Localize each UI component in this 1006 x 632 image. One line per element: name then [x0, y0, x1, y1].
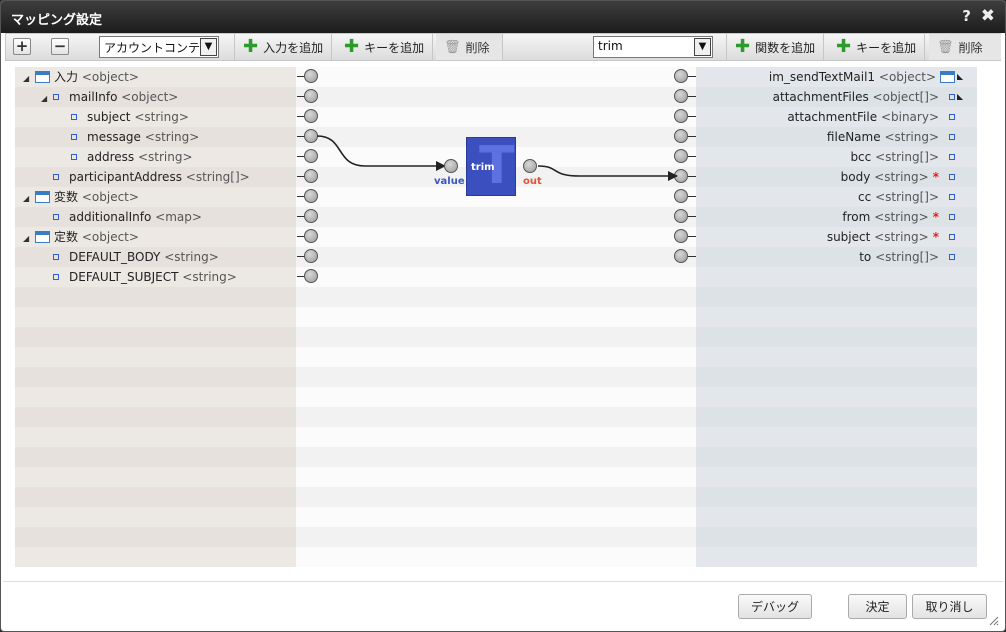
add-key-left-label: キーを追加 — [364, 40, 425, 55]
add-key-right-label: キーを追加 — [856, 40, 917, 55]
cancel-button[interactable]: 取り消し — [912, 594, 987, 619]
left-source-select[interactable]: アカウントコンテ ▼ — [99, 36, 219, 58]
delete-left-button[interactable]: 🗑 削除 — [436, 34, 503, 60]
function-name: trim — [471, 162, 495, 173]
add-function-label: 関数を追加 — [755, 40, 816, 55]
close-icon[interactable]: ✖ — [981, 6, 995, 26]
expand-all-button[interactable]: + — [13, 38, 31, 55]
function-select[interactable]: trim ▼ — [593, 36, 713, 58]
add-key-left-button[interactable]: ✚ キーを追加 — [336, 34, 434, 60]
function-input-label: value — [434, 176, 465, 187]
trash-icon: 🗑 — [937, 39, 954, 55]
chevron-down-icon: ▼ — [694, 38, 711, 56]
delete-right-label: 削除 — [958, 40, 983, 55]
add-input-label: 入力を追加 — [263, 40, 324, 55]
function-input-port[interactable] — [444, 159, 458, 173]
trash-icon: 🗑 — [444, 39, 461, 55]
add-function-button[interactable]: ✚ 関数を追加 — [726, 34, 825, 60]
toolbar: + − アカウントコンテ ▼ ✚ 入力を追加 ✚ キーを追加 🗑 削除 trim… — [5, 33, 1001, 61]
plus-icon: ✚ — [836, 36, 852, 57]
chevron-down-icon: ▼ — [200, 38, 217, 56]
mapping-dialog: マッピング設定 ? ✖ + − アカウントコンテ ▼ ✚ 入力を追加 ✚ キーを… — [0, 0, 1006, 632]
plus-icon: ✚ — [735, 36, 751, 57]
link-message-to-trim[interactable] — [316, 135, 446, 171]
add-input-button[interactable]: ✚ 入力を追加 — [234, 34, 333, 60]
function-select-value: trim — [598, 39, 623, 53]
function-output-label: out — [523, 176, 542, 187]
resize-grip-icon[interactable] — [987, 614, 999, 626]
plus-icon: ✚ — [243, 36, 259, 57]
debug-button[interactable]: デバッグ — [738, 594, 812, 619]
delete-right-button[interactable]: 🗑 削除 — [929, 34, 1001, 60]
left-source-select-value: アカウントコンテ — [104, 41, 201, 55]
ok-button[interactable]: 決定 — [848, 594, 907, 619]
title-bar: マッピング設定 ? ✖ — [1, 1, 1005, 33]
footer: デバッグ 決定 取り消し — [3, 581, 1003, 629]
delete-left-label: 削除 — [465, 40, 490, 55]
help-icon[interactable]: ? — [962, 7, 971, 25]
trim-function-node[interactable]: T trim — [466, 136, 516, 196]
link-trim-to-body[interactable] — [537, 165, 678, 181]
plus-icon: ✚ — [344, 36, 360, 57]
dialog-title: マッピング設定 — [11, 13, 103, 28]
mapping-canvas: ◢ 入力 <object> ◢ mailInfo <object> subject <s… — [15, 67, 977, 567]
collapse-all-button[interactable]: − — [51, 38, 69, 55]
function-output-port[interactable] — [523, 159, 537, 173]
add-key-right-button[interactable]: ✚ キーを追加 — [828, 34, 926, 60]
